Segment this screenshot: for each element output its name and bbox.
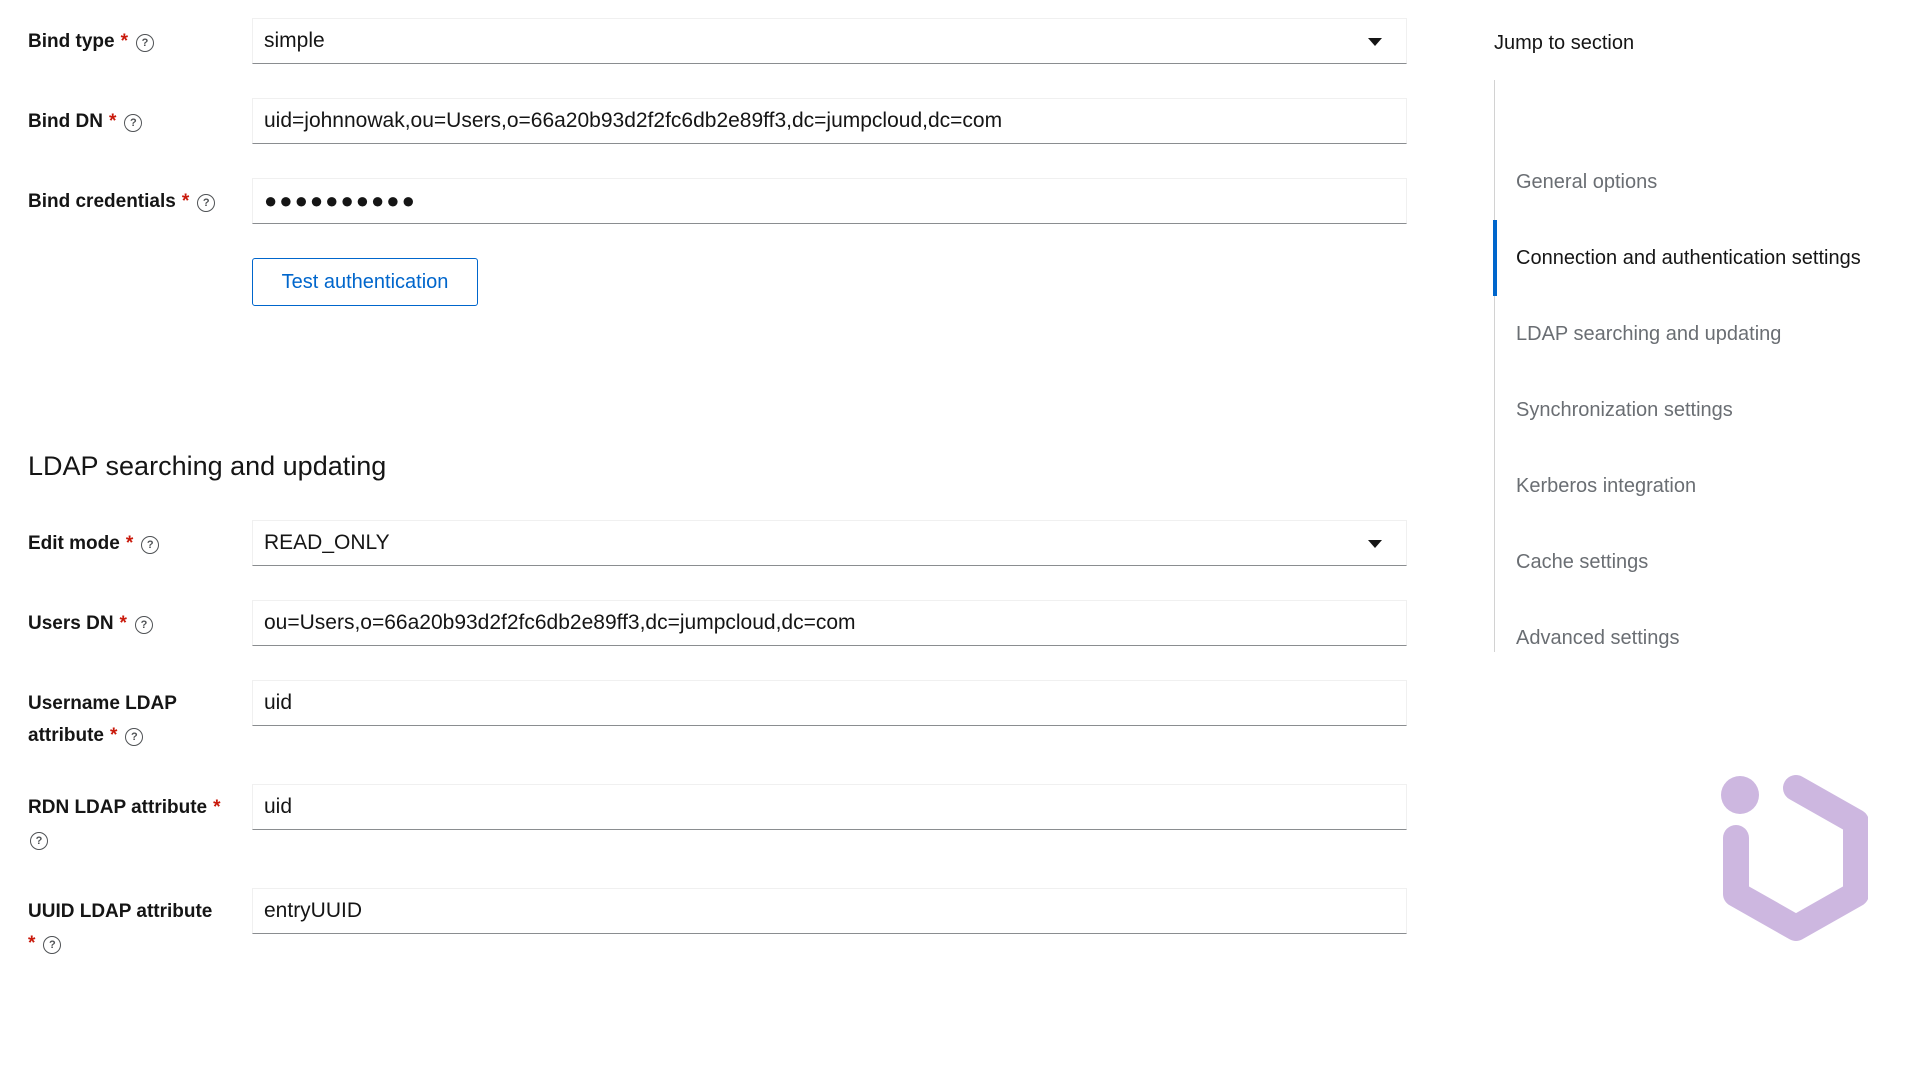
- username-ldap-attribute-label: Username LDAP attribute *?: [28, 688, 243, 752]
- uuid-ldap-attribute-label: UUID LDAP attribute *?: [28, 896, 243, 960]
- jump-to-section-title: Jump to section: [1494, 32, 1635, 54]
- edit-mode-value: READ_ONLY: [264, 531, 390, 554]
- required-marker: *: [125, 533, 134, 554]
- jump-link-advanced[interactable]: Advanced settings: [1495, 600, 1920, 676]
- uuid-ldap-attribute-label-line2-wrap: *?: [28, 928, 243, 960]
- username-ldap-attribute-label-line1: Username LDAP: [28, 693, 177, 714]
- bind-dn-label-text: Bind DN: [28, 111, 103, 132]
- section-title-ldap-searching: LDAP searching and updating: [28, 451, 387, 481]
- help-icon[interactable]: ?: [30, 832, 48, 850]
- bind-credentials-label-text: Bind credentials: [28, 191, 176, 212]
- help-icon[interactable]: ?: [197, 194, 216, 212]
- bind-type-select[interactable]: simple: [252, 18, 1407, 64]
- bind-credentials-label: Bind credentials *?: [28, 186, 243, 218]
- help-icon[interactable]: ?: [141, 536, 160, 554]
- logo-dot: [1721, 776, 1759, 814]
- required-marker: *: [108, 111, 117, 132]
- users-dn-label-text: Users DN: [28, 613, 114, 634]
- page: Bind type *? simple Bind DN *? uid=johnnow…: [0, 0, 1920, 1080]
- help-icon[interactable]: ?: [134, 616, 153, 634]
- jump-link-kerberos[interactable]: Kerberos integration: [1495, 448, 1920, 524]
- rdn-ldap-attribute-label-line1-wrap: RDN LDAP attribute *: [28, 792, 243, 824]
- hexagon-logo-icon: [1721, 775, 1868, 941]
- edit-mode-label: Edit mode *?: [28, 528, 243, 560]
- help-icon[interactable]: ?: [43, 936, 62, 954]
- uuid-ldap-attribute-input[interactable]: entryUUID: [252, 888, 1407, 934]
- jump-link-synchronization[interactable]: Synchronization settings: [1495, 372, 1920, 448]
- bind-type-value: simple: [264, 29, 325, 52]
- username-ldap-attribute-label-line2: attribute: [28, 725, 104, 746]
- logo-hexagon: [1723, 775, 1868, 941]
- caret-down-icon: [1368, 38, 1382, 46]
- rdn-ldap-attribute-label-text: RDN LDAP attribute: [28, 797, 208, 818]
- edit-mode-select[interactable]: READ_ONLY: [252, 520, 1407, 566]
- required-marker: *: [213, 797, 221, 818]
- required-marker: *: [28, 933, 36, 954]
- bind-credentials-input[interactable]: ●●●●●●●●●●: [252, 178, 1407, 224]
- uuid-ldap-attribute-label-text: UUID LDAP attribute: [28, 901, 213, 922]
- bind-dn-label: Bind DN *?: [28, 106, 243, 138]
- required-marker: *: [181, 191, 190, 212]
- users-dn-label: Users DN *?: [28, 608, 243, 640]
- caret-down-icon: [1368, 540, 1382, 548]
- bind-dn-input[interactable]: uid=johnnowak,ou=Users,o=66a20b93d2f2fc6…: [252, 98, 1407, 144]
- username-ldap-attribute-label-line2-wrap: attribute *?: [28, 720, 243, 752]
- required-marker: *: [119, 613, 127, 634]
- rdn-ldap-attribute-label: RDN LDAP attribute * ?: [28, 792, 243, 856]
- help-icon[interactable]: ?: [125, 728, 144, 746]
- help-icon[interactable]: ?: [124, 114, 143, 132]
- rdn-ldap-attribute-input[interactable]: uid: [252, 784, 1407, 830]
- bind-type-label-text: Bind type: [28, 31, 115, 52]
- edit-mode-label-text: Edit mode: [28, 533, 120, 554]
- jump-link-general-options[interactable]: General options: [1495, 144, 1920, 220]
- required-marker: *: [110, 725, 118, 746]
- users-dn-input[interactable]: ou=Users,o=66a20b93d2f2fc6db2e89ff3,dc=j…: [252, 600, 1407, 646]
- jump-link-connection-authentication[interactable]: Connection and authentication settings: [1493, 220, 1919, 296]
- jump-link-ldap-searching[interactable]: LDAP searching and updating: [1495, 296, 1920, 372]
- jump-link-cache[interactable]: Cache settings: [1495, 524, 1920, 600]
- jump-links: General options Connection and authentic…: [1493, 80, 1920, 652]
- help-icon[interactable]: ?: [135, 34, 154, 52]
- bind-type-label: Bind type *?: [28, 26, 243, 58]
- test-authentication-button[interactable]: Test authentication: [252, 258, 478, 306]
- required-marker: *: [120, 31, 128, 52]
- rdn-ldap-attribute-label-line2-wrap: ?: [28, 824, 243, 856]
- username-ldap-attribute-input[interactable]: uid: [252, 680, 1407, 726]
